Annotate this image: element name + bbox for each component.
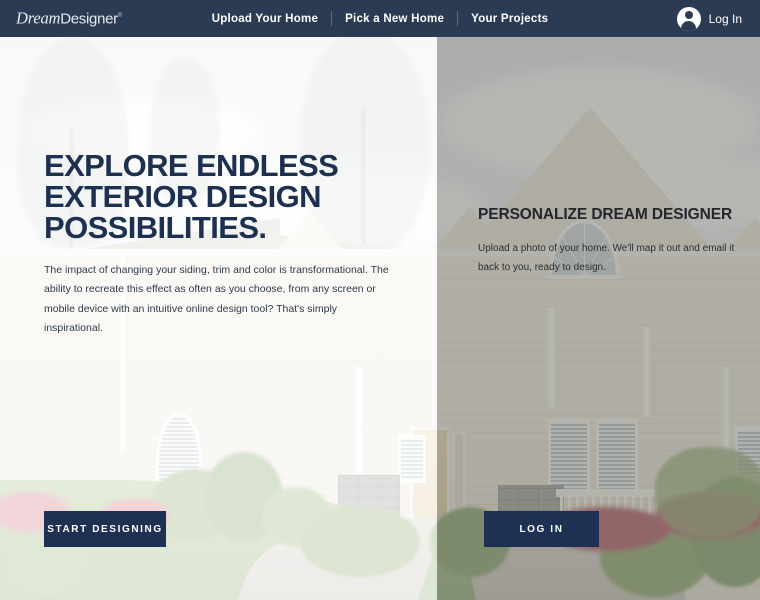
right-panel-content: PERSONALIZE DREAM DESIGNER Upload a phot… <box>478 205 748 277</box>
login-button-nav[interactable]: Log In <box>676 6 742 31</box>
start-designing-button[interactable]: START DESIGNING <box>44 511 166 547</box>
nav-link-your-projects[interactable]: Your Projects <box>458 13 561 25</box>
dream-designer-landing-page: DreamDesigner® Upload Your Home Pick a N… <box>0 0 760 600</box>
hero-content: EXPLORE ENDLESS EXTERIOR DESIGN POSSIBIL… <box>0 0 760 600</box>
primary-nav-links: Upload Your Home Pick a New Home Your Pr… <box>0 0 760 37</box>
nav-link-upload-your-home[interactable]: Upload Your Home <box>199 13 331 25</box>
login-nav-label: Log In <box>708 11 742 26</box>
left-panel-content: EXPLORE ENDLESS EXTERIOR DESIGN POSSIBIL… <box>44 150 404 339</box>
page-title: EXPLORE ENDLESS EXTERIOR DESIGN POSSIBIL… <box>44 148 339 245</box>
log-in-button[interactable]: LOG IN <box>484 511 599 547</box>
right-panel-title: PERSONALIZE DREAM DESIGNER <box>478 206 733 223</box>
top-navigation-bar: DreamDesigner® Upload Your Home Pick a N… <box>0 0 760 37</box>
right-panel-description: Upload a photo of your home. We'll map i… <box>478 243 735 273</box>
nav-link-pick-a-new-home[interactable]: Pick a New Home <box>332 13 457 25</box>
user-avatar-icon <box>676 6 701 31</box>
left-panel-description: The impact of changing your siding, trim… <box>44 264 389 335</box>
